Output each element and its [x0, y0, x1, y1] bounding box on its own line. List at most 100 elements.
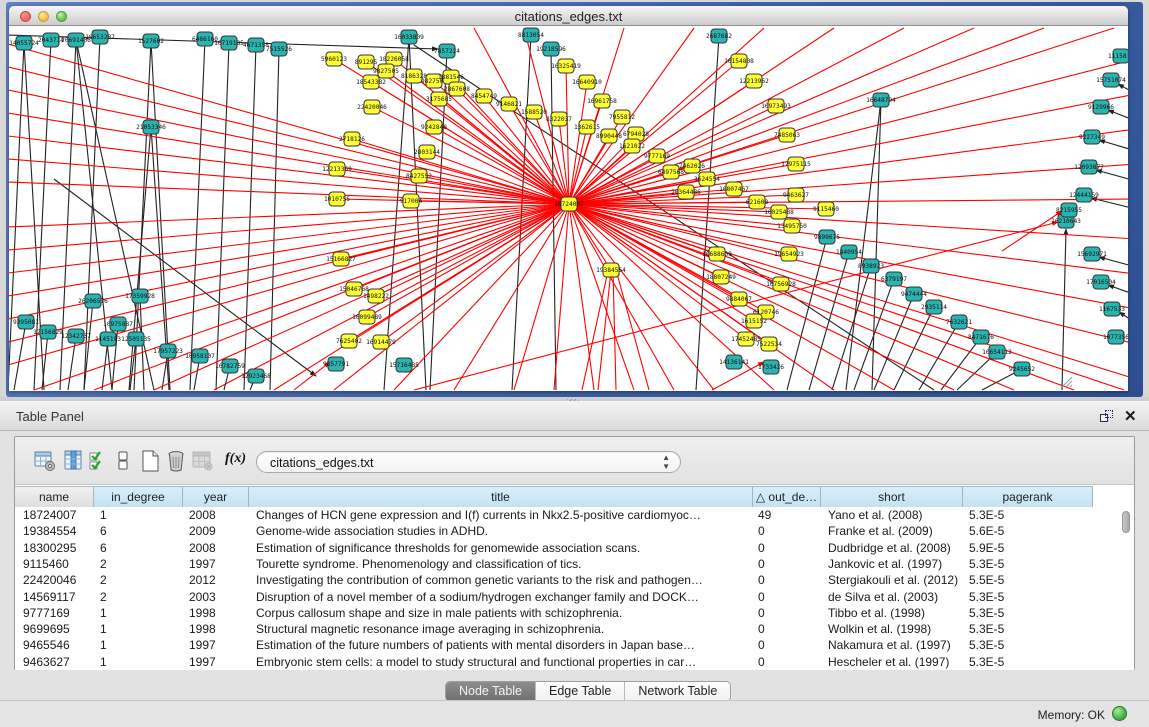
graph-node[interactable]: 917004 [400, 194, 423, 208]
cell-year[interactable]: 1997 [189, 654, 247, 670]
cell-name[interactable]: 14569117 [23, 589, 92, 605]
cell-title[interactable]: Changes of HCN gene expression and I(f) … [256, 507, 751, 523]
tab-edge-table[interactable]: Edge Table [536, 682, 625, 701]
table-row[interactable]: 1456911722003Disruption of a novel membe… [15, 589, 1115, 605]
cell-title[interactable]: Estimation of the future numbers of pati… [256, 637, 751, 653]
graph-node[interactable]: 9227349 [1079, 130, 1105, 144]
graph-edge[interactable] [42, 332, 48, 390]
cell-name[interactable]: 18724007 [23, 507, 92, 523]
graph-edge[interactable] [1099, 257, 1128, 267]
graph-node[interactable]: 8471676 [968, 330, 994, 344]
cell-title[interactable]: Investigating the contribution of common… [256, 572, 751, 588]
cell-out_de[interactable]: 0 [758, 556, 819, 572]
graph-node[interactable]: 10025488 [764, 205, 794, 219]
graph-node[interactable]: 9857791 [323, 357, 349, 371]
graph-node[interactable]: 12923468 [241, 369, 271, 383]
delete-table-button[interactable] [165, 449, 189, 473]
cell-short[interactable]: Dudbridge et al. (2008) [828, 540, 961, 556]
graph-node[interactable]: 16640910 [572, 75, 602, 89]
cell-in_degree[interactable]: 1 [100, 507, 181, 523]
graph-node[interactable]: 15716485 [389, 358, 419, 372]
cell-in_degree[interactable]: 6 [100, 540, 181, 556]
graph-edge-selected[interactable] [554, 204, 569, 390]
cell-title[interactable]: Embryonic stem cells: a model to study s… [256, 654, 751, 670]
graph-node[interactable]: 8813054 [518, 28, 544, 42]
graph-edge[interactable] [1062, 229, 1066, 390]
row-height-button[interactable] [111, 449, 135, 473]
graph-edge[interactable] [941, 337, 981, 390]
graph-node[interactable]: 1840954 [836, 245, 862, 259]
graph-edge[interactable] [14, 322, 26, 390]
graph-node[interactable]: 15751074 [1096, 73, 1126, 87]
graph-node[interactable]: 8990448 [596, 129, 622, 143]
graph-edge[interactable] [1099, 140, 1128, 151]
window-titlebar[interactable]: citations_edges.txt [9, 6, 1128, 26]
cell-out_de[interactable]: 0 [758, 654, 819, 670]
table-row[interactable]: 2242004622012Investigating the contribut… [15, 572, 1115, 588]
table-row[interactable]: 911546021997Tourette syndrome. Phenomeno… [15, 556, 1115, 572]
graph-edge[interactable] [68, 336, 76, 390]
cell-pagerank[interactable]: 5.3E-5 [969, 589, 1091, 605]
table-row[interactable]: 969969511998Structural magnetic resonanc… [15, 621, 1115, 637]
cell-out_de[interactable]: 0 [758, 589, 819, 605]
cell-title[interactable]: Estimation of significance thresholds fo… [256, 540, 751, 556]
cell-year[interactable]: 2009 [189, 523, 247, 539]
graph-edge[interactable] [151, 41, 170, 390]
cell-pagerank[interactable]: 5.5E-5 [969, 572, 1091, 588]
graph-node[interactable]: 10654112 [982, 345, 1012, 359]
graph-node[interactable]: 13495750 [777, 219, 807, 233]
cell-title[interactable]: Genome-wide association studies in ADHD. [256, 523, 751, 539]
graph-node[interactable]: 15692971 [1077, 247, 1107, 261]
cell-out_de[interactable]: 0 [758, 523, 819, 539]
graph-edge-selected[interactable] [569, 129, 1128, 204]
cell-name[interactable]: 18300295 [23, 540, 92, 556]
cell-short[interactable]: Tibbo et al. (1998) [828, 605, 961, 621]
cell-title[interactable]: Structural magnetic resonance image aver… [256, 621, 751, 637]
graph-edge-selected[interactable] [9, 204, 569, 250]
cell-in_degree[interactable]: 1 [100, 654, 181, 670]
graph-edge[interactable] [84, 301, 93, 390]
cell-short[interactable]: Wolkin et al. (1998) [828, 621, 961, 637]
cell-name[interactable]: 9465546 [23, 637, 92, 653]
graph-edge[interactable] [190, 39, 205, 390]
graph-node[interactable]: 16325419 [551, 59, 581, 73]
cell-in_degree[interactable]: 1 [100, 605, 181, 621]
table-row[interactable]: 977716911998Corpus callosum shape and si… [15, 605, 1115, 621]
graph-node[interactable]: 1115812 [1108, 49, 1128, 63]
cell-short[interactable]: de Silva et al. (2003) [828, 589, 961, 605]
column-header-name[interactable]: name [15, 486, 94, 507]
graph-node[interactable]: 7857224 [434, 44, 460, 58]
table-row[interactable]: 946362711997Embryonic stem cells: a mode… [15, 654, 1115, 670]
graph-edge-selected[interactable] [569, 127, 587, 204]
graph-node[interactable]: 1527602 [138, 34, 164, 48]
graph-node[interactable]: 14055724 [9, 36, 39, 50]
table-source-dropdown[interactable]: citations_edges.txt ▲▼ [256, 451, 681, 473]
function-builder-button[interactable]: f(x) [225, 451, 246, 467]
graph-node[interactable]: 12213962 [739, 74, 769, 88]
graph-edge[interactable] [1108, 285, 1128, 295]
graph-node[interactable]: 9899675 [814, 230, 840, 244]
graph-node[interactable]: 10975887 [103, 317, 133, 331]
cell-title[interactable]: Disruption of a novel member of a sodium… [256, 589, 751, 605]
graph-edge-selected[interactable] [9, 204, 569, 273]
graph-node[interactable]: 9146821 [496, 97, 522, 111]
graph-edge-selected[interactable] [569, 28, 1044, 204]
graph-node[interactable]: 9474444 [901, 287, 927, 301]
graph-node[interactable]: 2718126 [339, 132, 365, 146]
graph-node[interactable]: 16033809 [394, 30, 424, 44]
graph-node[interactable]: 8454749 [471, 89, 497, 103]
cell-year[interactable]: 2003 [189, 589, 247, 605]
close-panel-icon[interactable]: ✕ [1124, 407, 1137, 425]
new-table-button[interactable] [139, 449, 163, 473]
cell-short[interactable]: Franke et al. (2009) [828, 523, 961, 539]
graph-node[interactable]: 14136141 [719, 355, 749, 369]
cell-year[interactable]: 1998 [189, 605, 247, 621]
cell-out_de[interactable]: 0 [758, 621, 819, 637]
column-header-year[interactable]: year [183, 486, 249, 507]
cell-name[interactable]: 22420046 [23, 572, 92, 588]
table-row[interactable]: 946554611997Estimation of the future num… [15, 637, 1115, 653]
graph-node[interactable]: 10958107 [185, 349, 215, 363]
cell-out_de[interactable]: 0 [758, 637, 819, 653]
cell-out_de[interactable]: 0 [758, 540, 819, 556]
graph-node[interactable]: 9115460 [813, 202, 839, 216]
